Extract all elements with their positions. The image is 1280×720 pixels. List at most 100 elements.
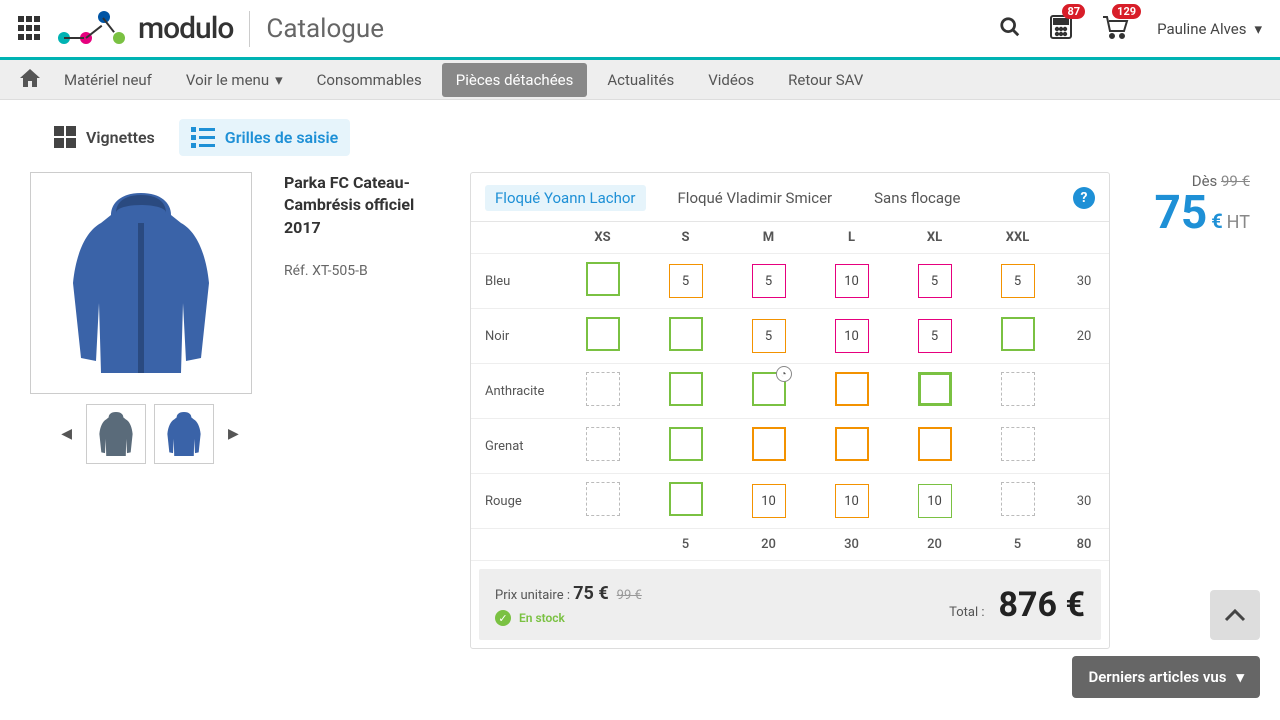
check-icon: ✓ (495, 610, 511, 626)
user-menu[interactable]: Pauline Alves ▾ (1157, 20, 1262, 38)
table-row: Grenat (471, 419, 1109, 474)
cart-icon[interactable]: 129 (1101, 14, 1129, 44)
qty-cell[interactable] (835, 427, 869, 461)
grid-total-value: 876 € (999, 585, 1085, 625)
qty-cell[interactable] (586, 427, 620, 461)
app-header: modulo Catalogue 87 129 Pauline Alves ▾ (0, 0, 1280, 60)
nav-vidéos[interactable]: Vidéos (694, 63, 768, 97)
view-thumbnails-label: Vignettes (86, 128, 155, 147)
qty-cell[interactable] (586, 262, 620, 296)
qty-cell[interactable]: 10 (835, 319, 869, 353)
recent-items-toggle[interactable]: Derniers articles vus ▾ (1072, 656, 1260, 698)
nav-voir le menu[interactable]: Voir le menu▾ (172, 63, 297, 97)
price-tax-suffix: HT (1227, 212, 1250, 233)
size-header: XXL (976, 222, 1059, 254)
qty-cell[interactable]: 10 (835, 484, 869, 518)
chevron-down-icon: ▾ (1254, 20, 1262, 38)
row-label: Bleu (471, 254, 561, 309)
qty-cell[interactable]: 10 (752, 484, 786, 518)
qty-cell[interactable] (669, 482, 703, 516)
row-label: Rouge (471, 474, 561, 529)
qty-cell[interactable]: 5 (918, 319, 952, 353)
qty-cell[interactable]: 5 (752, 319, 786, 353)
thumb-prev[interactable]: ◀ (55, 420, 78, 448)
apps-grid-icon[interactable] (18, 16, 44, 42)
column-totals-row: 5203020580 (471, 529, 1109, 561)
nav-pièces détachées[interactable]: Pièces détachées (442, 63, 588, 97)
nav-actualités[interactable]: Actualités (593, 63, 688, 97)
pricing-footer: Prix unitaire : 75 € 99 € ✓ En stock Tot… (479, 569, 1101, 640)
nav-consommables[interactable]: Consommables (303, 63, 436, 97)
qty-cell[interactable]: 5 (1001, 264, 1035, 298)
view-thumbnails[interactable]: Vignettes (42, 118, 167, 156)
view-grid[interactable]: Grilles de saisie (179, 119, 351, 156)
size-header: S (644, 222, 727, 254)
price-value: 75 (1154, 186, 1207, 240)
price-old: 99 € (1221, 172, 1250, 190)
qty-cell[interactable]: 5 (669, 264, 703, 298)
sizing-grid: Floqué Yoann Lachor Floqué Vladimir Smice… (470, 172, 1110, 649)
cart-badge: 129 (1112, 4, 1141, 19)
page-title: Catalogue (266, 14, 384, 44)
clock-icon: ◔ (776, 366, 792, 382)
qty-cell[interactable] (752, 427, 786, 461)
main-nav: Matériel neufVoir le menu▾ConsommablesPi… (0, 60, 1280, 100)
qty-cell[interactable] (669, 317, 703, 351)
unit-price-label: Prix unitaire : (495, 588, 573, 603)
search-icon[interactable] (999, 16, 1021, 42)
table-row: Anthracite ◔ (471, 364, 1109, 419)
unit-price: 75 € (573, 583, 608, 604)
size-header: XS (561, 222, 644, 254)
view-grid-label: Grilles de saisie (225, 128, 339, 147)
unit-price-old: 99 € (617, 588, 642, 603)
thumb-next[interactable]: ▶ (222, 420, 245, 448)
help-icon[interactable]: ? (1073, 187, 1095, 209)
stock-status: ✓ En stock (495, 610, 642, 626)
qty-cell[interactable]: 10 (835, 264, 869, 298)
qty-cell[interactable] (586, 372, 620, 406)
price-currency: € (1211, 209, 1222, 233)
qty-cell[interactable] (1001, 427, 1035, 461)
product-image-main[interactable] (30, 172, 252, 394)
thumbnail-2[interactable] (154, 404, 214, 464)
row-total: 30 (1059, 474, 1109, 529)
qty-cell[interactable]: 5 (752, 264, 786, 298)
size-header: M (727, 222, 810, 254)
qty-cell[interactable]: ◔ (752, 372, 786, 406)
qty-cell[interactable] (918, 372, 952, 406)
qty-cell[interactable]: 5 (918, 264, 952, 298)
col-total: 20 (727, 529, 810, 561)
chevron-down-icon: ▾ (1236, 668, 1244, 686)
row-total: 30 (1059, 254, 1109, 309)
product-title: Parka FC Cateau-Cambrésis officiel 2017 (284, 172, 450, 239)
qty-cell[interactable]: 10 (918, 484, 952, 518)
col-total: 5 (976, 529, 1059, 561)
calculator-icon[interactable]: 87 (1049, 14, 1073, 44)
row-label: Noir (471, 309, 561, 364)
col-total: 30 (810, 529, 893, 561)
tab-2[interactable]: Sans flocage (864, 185, 970, 211)
qty-cell[interactable] (835, 372, 869, 406)
table-row: Noir 5 10 5 20 (471, 309, 1109, 364)
nav-retour sav[interactable]: Retour SAV (774, 63, 877, 97)
qty-cell[interactable] (586, 482, 620, 516)
qty-cell[interactable] (1001, 317, 1035, 351)
qty-cell[interactable] (918, 427, 952, 461)
row-total: 20 (1059, 309, 1109, 364)
row-label: Anthracite (471, 364, 561, 419)
qty-cell[interactable] (1001, 372, 1035, 406)
qty-cell[interactable] (586, 317, 620, 351)
sizing-table: XSSMLXLXXL Bleu55105530Noir510520Anthrac… (471, 222, 1109, 561)
scroll-to-top[interactable] (1210, 590, 1260, 640)
qty-cell[interactable] (1001, 482, 1035, 516)
tab-1[interactable]: Floqué Vladimir Smicer (668, 185, 843, 211)
product-images: ◀ ▶ (30, 172, 270, 649)
thumbnail-1[interactable] (86, 404, 146, 464)
qty-cell[interactable] (669, 372, 703, 406)
nav-matériel neuf[interactable]: Matériel neuf (50, 63, 166, 97)
qty-cell[interactable] (669, 427, 703, 461)
brand-logo[interactable]: modulo (58, 11, 233, 47)
view-switch: Vignettes Grilles de saisie (0, 100, 1280, 172)
home-icon[interactable] (20, 69, 40, 91)
tab-0[interactable]: Floqué Yoann Lachor (485, 185, 646, 211)
